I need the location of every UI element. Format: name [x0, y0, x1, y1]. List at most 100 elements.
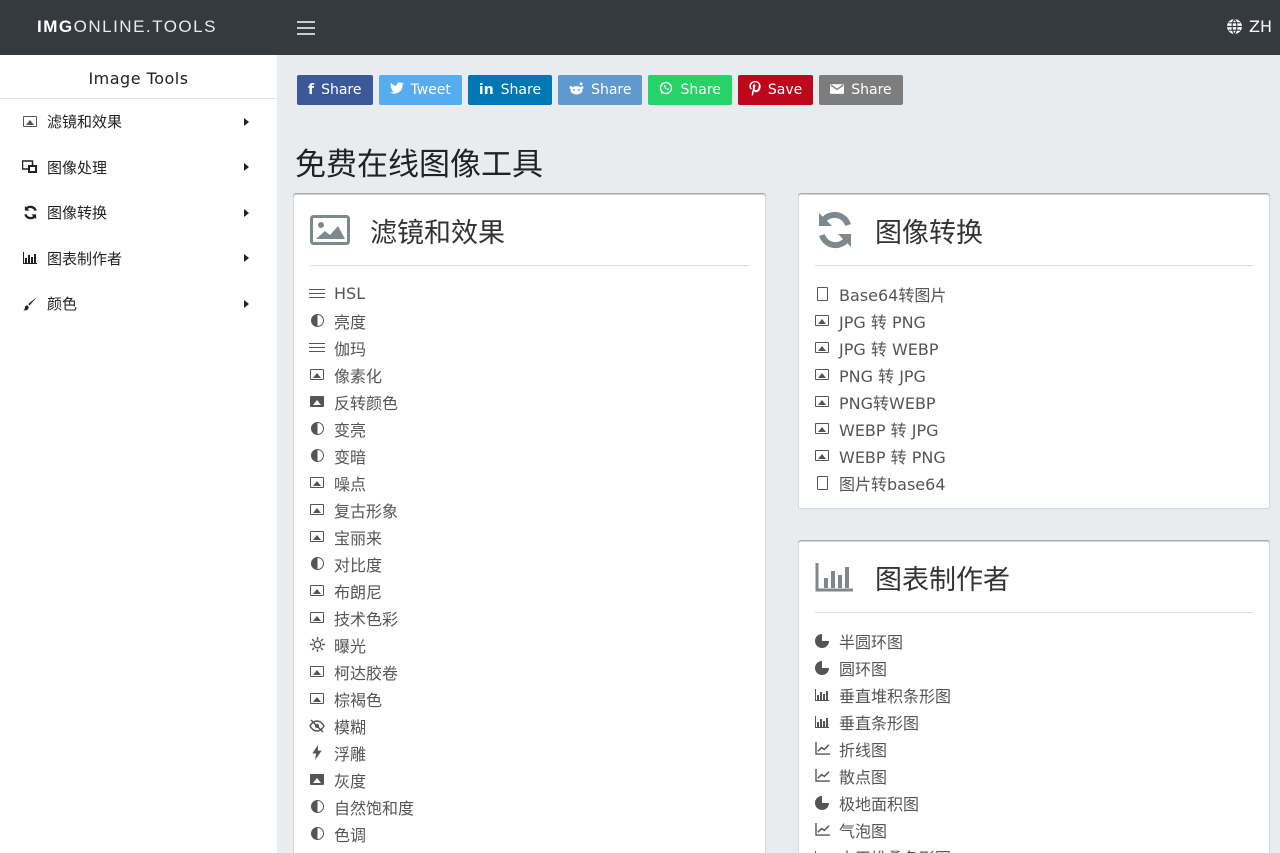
reddit-icon [569, 81, 584, 99]
list-item[interactable]: 变亮 [308, 415, 765, 442]
eye-slash-icon [308, 718, 326, 733]
sidebar-item-color[interactable]: 颜色 [0, 281, 277, 327]
language-selector[interactable]: ZH [1226, 17, 1272, 36]
list-item[interactable]: PNG转WEBP [813, 388, 1269, 415]
list-item[interactable]: 噪点 [308, 469, 765, 496]
sliders-icon [308, 341, 326, 355]
image-icon [813, 341, 831, 355]
facebook-share-button[interactable]: f Share [297, 75, 373, 105]
image-icon [308, 692, 326, 706]
linkedin-share-button[interactable]: in Share [467, 75, 553, 105]
list-item[interactable]: 宝丽来 [308, 523, 765, 550]
email-share-button[interactable]: Share [819, 75, 903, 105]
contrast-icon [308, 557, 326, 571]
line-chart-icon [813, 823, 831, 837]
contrast-icon [308, 800, 326, 814]
list-item[interactable]: 折线图 [813, 735, 1269, 762]
list-item[interactable]: 水平堆叠条形图 [813, 843, 1269, 853]
list-item[interactable]: Base64转图片 [813, 280, 1269, 307]
sidebar-item-filters[interactable]: 滤镜和效果 [0, 99, 277, 145]
sidebar-item-label: 图表制作者 [47, 249, 123, 268]
list-item[interactable]: 散点图 [813, 762, 1269, 789]
twitter-icon [389, 82, 404, 98]
list-item[interactable]: 垂直堆积条形图 [813, 681, 1269, 708]
list-item[interactable]: 棕褐色 [308, 685, 765, 712]
sync-icon [22, 205, 38, 220]
list-item[interactable]: 圆环图 [813, 654, 1269, 681]
list-item[interactable]: 技术色彩 [308, 604, 765, 631]
list-item[interactable]: 复古形象 [308, 496, 765, 523]
image-conversion-card: 图像转换 Base64转图片 JPG 转 PNG JPG 转 WEBP PNG … [798, 194, 1270, 509]
filters-list: HSL 亮度 伽玛 像素化 反转颜色 变亮 变暗 噪点 复古形象 宝丽来 对比度… [294, 266, 765, 847]
brand-logo[interactable]: IMGONLINE.TOOLS [37, 17, 217, 37]
list-item[interactable]: PNG 转 JPG [813, 361, 1269, 388]
line-chart-icon [813, 742, 831, 756]
list-item[interactable]: 极地面积图 [813, 789, 1269, 816]
card-title: 滤镜和效果 [370, 217, 505, 249]
image-icon [813, 422, 831, 436]
chart-list: 半圆环图 圆环图 垂直堆积条形图 垂直条形图 折线图 散点图 极地面积图 气泡图… [799, 613, 1269, 853]
bar-chart-icon [813, 715, 831, 729]
image-icon [308, 503, 326, 517]
contrast-icon [308, 422, 326, 436]
sidebar-item-image-processing[interactable]: 图像处理 [0, 145, 277, 191]
hamburger-menu-icon[interactable] [297, 17, 315, 37]
globe-icon [1227, 18, 1242, 35]
list-item[interactable]: 布朗尼 [308, 577, 765, 604]
chart-maker-card: 图表制作者 半圆环图 圆环图 垂直堆积条形图 垂直条形图 折线图 散点图 极地面… [798, 541, 1270, 853]
image-icon [813, 395, 831, 409]
list-item[interactable]: 像素化 [308, 361, 765, 388]
list-item[interactable]: 色调 [308, 820, 765, 847]
image-icon [813, 368, 831, 382]
list-item[interactable]: JPG 转 PNG [813, 307, 1269, 334]
sidebar-item-label: 图像处理 [47, 158, 108, 177]
card-header: 滤镜和效果 [310, 195, 749, 266]
list-item[interactable]: 反转颜色 [308, 388, 765, 415]
brush-icon [22, 297, 38, 311]
list-item[interactable]: 图片转base64 [813, 469, 1269, 496]
list-item[interactable]: 伽玛 [308, 334, 765, 361]
list-item[interactable]: 模糊 [308, 712, 765, 739]
list-item[interactable]: 亮度 [308, 307, 765, 334]
list-item[interactable]: 曝光 [308, 631, 765, 658]
sidebar-title: Image Tools [0, 55, 277, 99]
image-edit-icon [22, 160, 38, 174]
pie-icon [813, 795, 831, 810]
list-item[interactable]: 自然饱和度 [308, 793, 765, 820]
sidebar-item-label: 滤镜和效果 [47, 113, 123, 132]
list-item[interactable]: HSL [308, 280, 765, 307]
list-item[interactable]: 柯达胶卷 [308, 658, 765, 685]
caret-right-icon [244, 254, 249, 263]
image-filled-icon [308, 395, 326, 409]
sidebar-item-chart-maker[interactable]: 图表制作者 [0, 236, 277, 282]
reddit-share-button[interactable]: Share [558, 75, 643, 105]
whatsapp-icon [659, 81, 673, 99]
bar-chart-icon [815, 560, 855, 594]
image-filled-icon [308, 773, 326, 787]
list-item[interactable]: 浮雕 [308, 739, 765, 766]
list-item[interactable]: 对比度 [308, 550, 765, 577]
list-item[interactable]: 气泡图 [813, 816, 1269, 843]
list-item[interactable]: 半圆环图 [813, 627, 1269, 654]
list-item[interactable]: 垂直条形图 [813, 708, 1269, 735]
caret-right-icon [244, 208, 249, 217]
pinterest-icon [749, 80, 761, 100]
list-item[interactable]: JPG 转 WEBP [813, 334, 1269, 361]
list-item[interactable]: WEBP 转 JPG [813, 415, 1269, 442]
image-icon [308, 530, 326, 544]
card-title: 图表制作者 [875, 564, 1010, 596]
whatsapp-share-button[interactable]: Share [648, 75, 732, 105]
twitter-tweet-button[interactable]: Tweet [378, 75, 462, 105]
sidebar-item-image-conversion[interactable]: 图像转换 [0, 190, 277, 236]
file-code-icon [813, 286, 831, 301]
contrast-icon [308, 449, 326, 463]
pinterest-save-button[interactable]: Save [737, 75, 814, 105]
list-item[interactable]: WEBP 转 PNG [813, 442, 1269, 469]
image-icon [310, 213, 350, 247]
bar-chart-icon [813, 850, 831, 853]
sidebar-item-label: 图像转换 [47, 204, 108, 223]
list-item[interactable]: 变暗 [308, 442, 765, 469]
image-icon [308, 665, 326, 679]
image-icon [308, 476, 326, 490]
list-item[interactable]: 灰度 [308, 766, 765, 793]
